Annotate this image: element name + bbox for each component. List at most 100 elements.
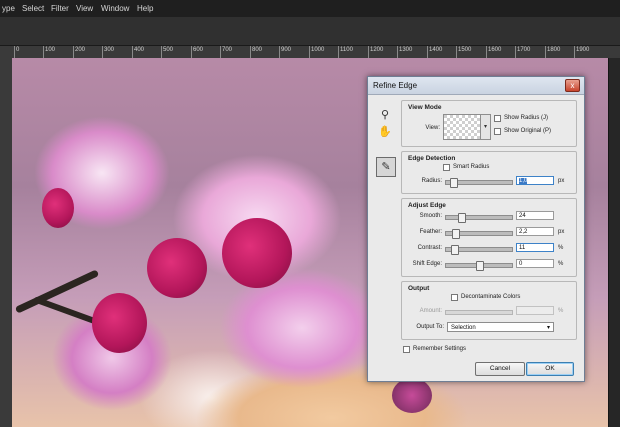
zoom-tool[interactable]: ⚲ xyxy=(376,106,394,124)
menu-window[interactable]: Window xyxy=(101,4,129,13)
ruler-label: 900 xyxy=(281,47,292,53)
orchid-lip xyxy=(392,378,432,413)
output-title: Output xyxy=(408,285,430,292)
output-to-select[interactable]: Selection ▾ xyxy=(447,322,554,332)
amount-input[interactable] xyxy=(516,306,554,315)
close-icon: x xyxy=(570,81,575,90)
radius-slider-thumb[interactable] xyxy=(450,178,458,188)
feather-slider-thumb[interactable] xyxy=(452,229,460,239)
ruler-label: 1200 xyxy=(370,47,384,53)
radius-input[interactable]: 1,0 xyxy=(516,176,554,185)
ruler-label: 500 xyxy=(163,47,174,53)
show-radius-label: Show Radius (J) xyxy=(504,115,549,121)
amount-unit: % xyxy=(558,308,564,314)
refine-radius-tool[interactable]: ✎ xyxy=(376,157,396,177)
orchid-lip xyxy=(147,238,207,298)
smooth-input[interactable]: 24 xyxy=(516,211,554,220)
smooth-slider[interactable] xyxy=(445,213,513,223)
ruler-label: 1900 xyxy=(576,47,590,53)
view-mode-title: View Mode xyxy=(408,104,442,111)
view-dropdown-button[interactable]: ▾ xyxy=(480,114,491,140)
ruler-label: 1700 xyxy=(517,47,531,53)
ruler-label: 1400 xyxy=(429,47,443,53)
amount-label: Amount: xyxy=(419,308,442,314)
view-preview-thumbnail[interactable] xyxy=(443,114,481,140)
ruler-label: 1300 xyxy=(399,47,413,53)
dialog-titlebar[interactable]: Refine Edge x xyxy=(368,77,584,95)
menu-filter[interactable]: Filter xyxy=(51,4,69,13)
menu-view[interactable]: View xyxy=(76,4,93,13)
menu-type[interactable]: ype xyxy=(2,4,15,13)
options-bar xyxy=(0,17,620,46)
edge-detection-section: Edge Detection Smart Radius Radius: 1,0 … xyxy=(401,151,577,194)
contrast-label: Contrast: xyxy=(417,245,442,251)
ruler-label: 800 xyxy=(252,47,263,53)
decontaminate-label: Decontaminate Colors xyxy=(461,294,521,300)
cancel-button[interactable]: Cancel xyxy=(475,362,525,376)
radius-slider[interactable] xyxy=(445,178,513,188)
adjust-edge-title: Adjust Edge xyxy=(408,202,446,209)
remember-settings-label: Remember Settings xyxy=(413,346,467,352)
brush-icon: ✎ xyxy=(381,161,391,173)
view-label: View: xyxy=(425,125,440,131)
output-to-value: Selection xyxy=(451,325,476,331)
feather-unit: px xyxy=(558,229,565,235)
decontaminate-checkbox[interactable] xyxy=(451,294,458,301)
ruler-label: 300 xyxy=(104,47,115,53)
radius-label: Radius: xyxy=(421,178,442,184)
show-radius-checkbox[interactable] xyxy=(494,115,501,122)
orchid-lip xyxy=(42,188,74,228)
magnifier-icon: ⚲ xyxy=(380,109,390,121)
show-original-checkbox[interactable] xyxy=(494,128,501,135)
orchid-stem xyxy=(33,296,101,326)
chevron-down-icon: ▾ xyxy=(546,325,550,331)
ruler-label: 1600 xyxy=(488,47,502,53)
smooth-label: Smooth: xyxy=(419,213,442,219)
smart-radius-checkbox[interactable] xyxy=(443,164,450,171)
shift-edge-unit: % xyxy=(558,261,564,267)
smooth-slider-thumb[interactable] xyxy=(458,213,466,223)
ruler-label: 700 xyxy=(222,47,233,53)
ruler-label: 100 xyxy=(45,47,56,53)
menu-select[interactable]: Select xyxy=(22,4,44,13)
contrast-slider[interactable] xyxy=(445,245,513,255)
ruler-label: 1500 xyxy=(458,47,472,53)
contrast-input[interactable]: 11 xyxy=(516,243,554,252)
refine-edge-dialog: Refine Edge x ⚲ ✋ ✎ View Mode View: ▾ Sh… xyxy=(367,76,585,382)
ok-button[interactable]: OK xyxy=(526,362,574,376)
view-mode-section: View Mode View: ▾ Show Radius (J) Show O… xyxy=(401,100,577,147)
orchid-lip xyxy=(92,293,147,353)
edge-detection-title: Edge Detection xyxy=(408,155,456,162)
ruler-label: 200 xyxy=(75,47,86,53)
vertical-scrollbar[interactable] xyxy=(608,58,620,427)
feather-input[interactable]: 2,2 xyxy=(516,227,554,236)
radius-unit: px xyxy=(558,178,565,184)
menu-help[interactable]: Help xyxy=(137,4,153,13)
ruler-label: 1000 xyxy=(311,47,325,53)
show-original-label: Show Original (P) xyxy=(504,128,552,134)
adjust-edge-section: Adjust Edge Smooth: 24 Feather: 2,2 px C… xyxy=(401,198,577,277)
orchid-lip xyxy=(222,218,292,288)
output-to-label: Output To: xyxy=(416,324,444,330)
output-section: Output Decontaminate Colors Amount: % Ou… xyxy=(401,281,577,340)
smart-radius-label: Smart Radius xyxy=(453,164,490,170)
contrast-slider-thumb[interactable] xyxy=(451,245,459,255)
chevron-down-icon: ▾ xyxy=(483,124,487,130)
ruler-label: 400 xyxy=(134,47,145,53)
feather-slider[interactable] xyxy=(445,229,513,239)
shift-edge-slider[interactable] xyxy=(445,261,513,271)
ruler-label: 0 xyxy=(16,47,20,53)
dialog-title: Refine Edge xyxy=(373,81,418,90)
ruler-label: 1100 xyxy=(340,47,353,53)
menu-bar: ype Select Filter View Window Help xyxy=(0,0,620,17)
feather-label: Feather: xyxy=(419,229,442,235)
hand-tool[interactable]: ✋ xyxy=(376,123,394,141)
close-button[interactable]: x xyxy=(565,79,580,92)
shift-edge-label: Shift Edge: xyxy=(412,261,442,267)
ruler-label: 600 xyxy=(193,47,204,53)
ruler-label: 1800 xyxy=(547,47,561,53)
shift-edge-input[interactable]: 0 xyxy=(516,259,554,268)
amount-slider[interactable] xyxy=(445,310,513,315)
shift-edge-slider-thumb[interactable] xyxy=(476,261,484,271)
remember-settings-checkbox[interactable] xyxy=(403,346,410,353)
